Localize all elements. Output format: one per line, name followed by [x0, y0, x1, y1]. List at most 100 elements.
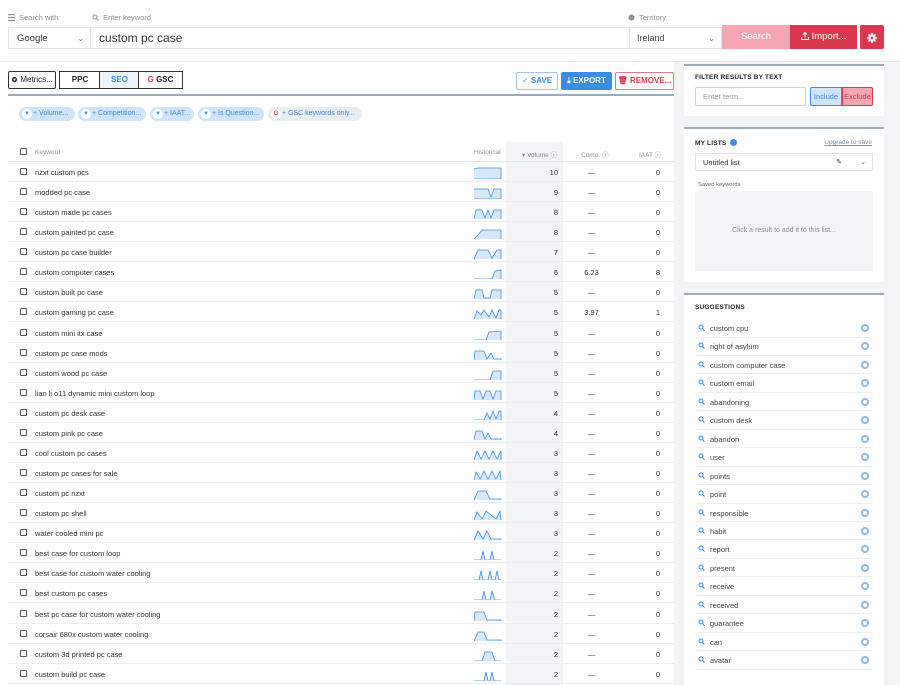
add-suggestion-icon[interactable]: [861, 453, 869, 462]
table-row[interactable]: corsair 680x custom water cooling 2 — 0: [8, 624, 674, 644]
table-row[interactable]: custom build pc case 2 — 0: [8, 664, 674, 684]
row-checkbox[interactable]: [20, 509, 27, 517]
add-suggestion-icon[interactable]: [861, 600, 869, 609]
table-row[interactable]: lian li o11 dynamic mini custom loop 5 — 0: [8, 383, 674, 403]
suggestion-item[interactable]: user: [695, 448, 873, 467]
suggestion-label[interactable]: custom email: [710, 379, 754, 388]
suggestion-label[interactable]: user: [710, 453, 725, 462]
table-row[interactable]: best case for custom water cooling 2 — 0: [8, 563, 674, 584]
col-keyword[interactable]: Keyword: [35, 149, 60, 156]
add-list-icon[interactable]: [730, 139, 738, 146]
table-row[interactable]: custom made pc cases 8 — 0: [8, 202, 674, 223]
row-checkbox[interactable]: [20, 629, 27, 637]
suggestion-label[interactable]: guarantee: [710, 619, 744, 628]
suggestion-label[interactable]: responsible: [710, 509, 748, 518]
row-checkbox[interactable]: [20, 168, 27, 175]
add-suggestion-icon[interactable]: [861, 416, 869, 425]
row-checkbox[interactable]: [20, 569, 27, 577]
engine-select[interactable]: Google ⌄: [8, 27, 90, 49]
filter-term-input[interactable]: Enter term...: [695, 87, 806, 106]
row-keyword[interactable]: lian li o11 dynamic mini custom loop: [35, 389, 155, 398]
suggestion-label[interactable]: report: [710, 545, 730, 554]
suggestion-label[interactable]: custom computer case: [710, 361, 785, 370]
add-suggestion-icon[interactable]: [861, 656, 869, 665]
row-checkbox[interactable]: [20, 328, 27, 336]
row-checkbox[interactable]: [20, 589, 27, 597]
suggestion-label[interactable]: received: [710, 601, 738, 610]
row-checkbox[interactable]: [20, 388, 27, 396]
suggestion-item[interactable]: right of asylum: [695, 337, 873, 356]
search-button[interactable]: Search: [722, 25, 790, 49]
row-keyword[interactable]: custom 3d printed pc case: [35, 650, 123, 659]
suggestion-item[interactable]: guarantee: [695, 614, 873, 633]
territory-select[interactable]: Ireland ⌄: [630, 27, 722, 49]
save-button[interactable]: ✓ SAVE: [516, 72, 558, 90]
row-keyword[interactable]: cool custom pc cases: [35, 449, 107, 458]
add-suggestion-icon[interactable]: [861, 637, 869, 646]
row-checkbox[interactable]: [20, 649, 27, 657]
row-checkbox[interactable]: [20, 549, 27, 557]
row-keyword[interactable]: best custom pc cases: [35, 589, 107, 598]
suggestion-label[interactable]: avatar: [710, 656, 731, 665]
row-checkbox[interactable]: [20, 529, 27, 537]
upgrade-link[interactable]: Upgrade to save: [824, 139, 872, 146]
suggestion-item[interactable]: point: [695, 485, 873, 504]
suggestion-item[interactable]: receive: [695, 577, 873, 596]
table-row[interactable]: custom pc nzxt 3 — 0: [8, 483, 674, 504]
add-suggestion-icon[interactable]: [861, 508, 869, 517]
filter-chip-iaat[interactable]: ▼ + IAAT...: [150, 107, 194, 121]
suggestion-item[interactable]: habit: [695, 522, 873, 541]
add-suggestion-icon[interactable]: [861, 324, 869, 332]
row-keyword[interactable]: custom pink pc case: [35, 429, 103, 438]
row-checkbox[interactable]: [20, 188, 27, 196]
suggestion-item[interactable]: abandon: [695, 430, 873, 449]
suggestion-item[interactable]: received: [695, 596, 873, 615]
remove-button[interactable]: 🗑 REMOVE...: [615, 72, 674, 90]
row-keyword[interactable]: nzxt custom pcs: [35, 168, 89, 177]
suggestion-item[interactable]: avatar: [695, 651, 873, 670]
row-keyword[interactable]: custom pc shell: [35, 509, 87, 518]
add-suggestion-icon[interactable]: [861, 471, 869, 480]
add-suggestion-icon[interactable]: [861, 582, 869, 591]
row-keyword[interactable]: custom pc case builder: [35, 248, 112, 257]
table-row[interactable]: custom pink pc case 4 — 0: [8, 423, 674, 443]
add-suggestion-icon[interactable]: [861, 545, 869, 554]
row-keyword[interactable]: custom built pc case: [35, 288, 103, 297]
table-row[interactable]: custom wood pc case 5 — 0: [8, 363, 674, 383]
add-suggestion-icon[interactable]: [861, 360, 869, 369]
metrics-button[interactable]: Metrics...: [8, 71, 56, 89]
row-keyword[interactable]: modded pc case: [35, 188, 90, 197]
table-row[interactable]: custom computer cases 6 6.23 8: [8, 262, 674, 283]
suggestion-label[interactable]: can: [710, 638, 722, 647]
row-checkbox[interactable]: [20, 368, 27, 376]
suggestion-item[interactable]: present: [695, 559, 873, 578]
table-row[interactable]: best pc case for custom water cooling 2 — 0: [8, 604, 674, 624]
suggestion-label[interactable]: right of asylum: [710, 342, 759, 351]
keyword-input[interactable]: custom pc case: [90, 27, 630, 49]
suggestion-item[interactable]: custom cpu: [695, 319, 873, 338]
row-checkbox[interactable]: [20, 489, 27, 497]
suggestion-label[interactable]: receive: [710, 582, 734, 591]
add-suggestion-icon[interactable]: [861, 563, 869, 572]
suggestion-label[interactable]: present: [710, 564, 735, 573]
row-checkbox[interactable]: [20, 208, 27, 216]
add-suggestion-icon[interactable]: [861, 342, 869, 351]
row-keyword[interactable]: custom pc case mods: [35, 349, 108, 358]
table-row[interactable]: custom painted pc case 8 — 0: [8, 222, 674, 243]
table-row[interactable]: custom gaming pc case 5 3.97 1: [8, 302, 674, 323]
row-checkbox[interactable]: [20, 348, 27, 356]
row-checkbox[interactable]: [20, 228, 27, 236]
row-keyword[interactable]: custom pc cases for sale: [35, 469, 118, 478]
col-historical[interactable]: Historical: [474, 149, 501, 156]
table-row[interactable]: nzxt custom pcs 10 — 0: [8, 162, 674, 182]
add-suggestion-icon[interactable]: [861, 526, 869, 535]
include-toggle[interactable]: Include: [810, 87, 842, 106]
row-keyword[interactable]: best case for custom water cooling: [35, 569, 150, 578]
filter-chip-volume[interactable]: ▼ + Volume...: [19, 107, 75, 121]
suggestion-item[interactable]: report: [695, 540, 873, 559]
chevron-down-icon[interactable]: ⌄: [860, 154, 866, 171]
suggestion-item[interactable]: points: [695, 467, 873, 486]
row-keyword[interactable]: custom pc nzxt: [35, 489, 85, 498]
suggestion-label[interactable]: custom desk: [710, 416, 752, 425]
row-keyword[interactable]: custom made pc cases: [35, 208, 112, 217]
